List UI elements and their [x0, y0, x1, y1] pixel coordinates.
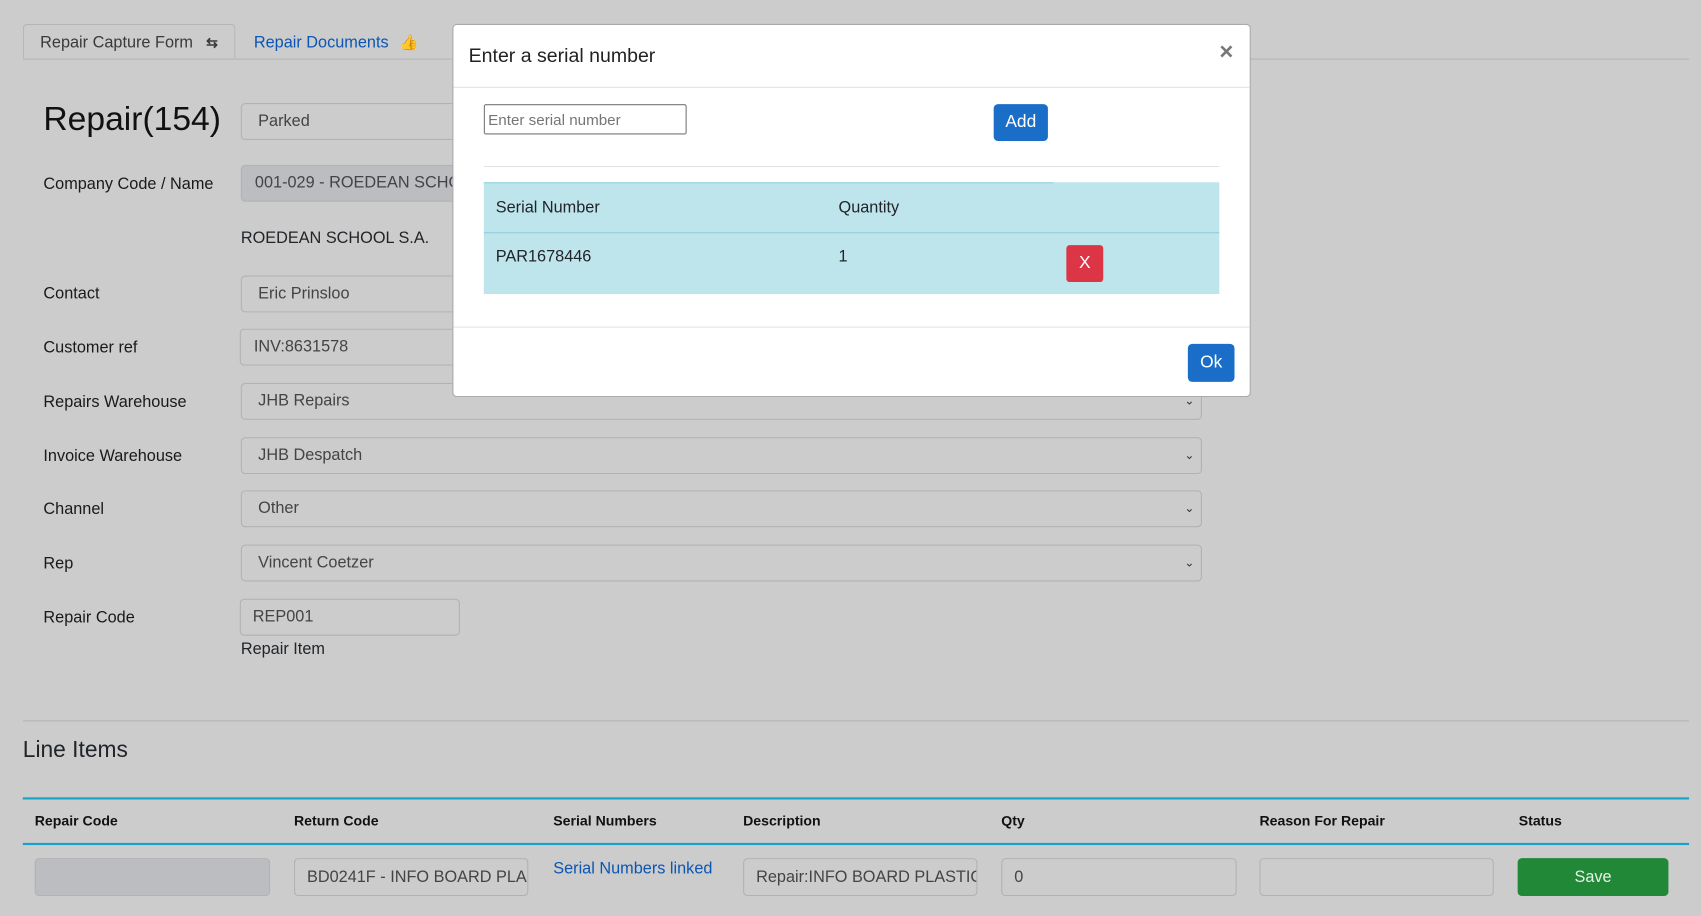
row-return-code-input[interactable]: BD0241F - INFO BOARD PLASTIC — [293, 858, 529, 897]
divider — [22, 720, 1690, 722]
col-serial-numbers: Serial Numbers — [553, 812, 657, 829]
tab-repair-capture-form[interactable]: Repair Capture Form ⇆ — [22, 23, 236, 59]
chevron-down-icon: ⌄ — [1184, 502, 1195, 516]
row-repair-code-input — [34, 858, 271, 897]
table-header-border — [22, 842, 1690, 846]
rep-label: Rep — [43, 554, 74, 573]
ok-button[interactable]: Ok — [1187, 343, 1235, 382]
row-reason-input[interactable] — [1259, 858, 1494, 897]
channel-select[interactable]: Other ⌄ — [240, 490, 1202, 528]
tab-label: Repair Documents — [253, 33, 389, 53]
invoice-warehouse-select[interactable]: JHB Despatch ⌄ — [240, 437, 1202, 475]
tab-label: Repair Capture Form — [40, 33, 193, 53]
col-repair-code: Repair Code — [34, 812, 118, 829]
modal-header-divider — [453, 86, 1250, 88]
col-qty: Qty — [1001, 812, 1025, 829]
repair-item-label: Repair Item — [240, 640, 325, 659]
serial-numbers-link[interactable]: Serial Numbers linked — [553, 859, 712, 877]
row-description-input[interactable]: Repair:INFO BOARD PLASTIC — [743, 858, 978, 897]
channel-label: Channel — [43, 500, 105, 519]
modal-footer-divider — [453, 326, 1250, 328]
save-button[interactable]: Save — [1517, 858, 1669, 897]
col-return-code: Return Code — [293, 812, 379, 829]
chevron-down-icon: ⌄ — [1184, 556, 1195, 570]
line-items-title: Line Items — [22, 737, 128, 763]
company-label: Company Code / Name — [43, 174, 214, 194]
company-name: ROEDEAN SCHOOL S.A. — [240, 228, 430, 248]
rep-select[interactable]: Vincent Coetzer ⌄ — [240, 544, 1202, 582]
serial-table: Serial Number Quantity PAR1678446 1 X — [483, 182, 1220, 294]
col-reason: Reason For Repair — [1259, 812, 1385, 829]
repairs-warehouse-label: Repairs Warehouse — [43, 392, 187, 412]
serial-number-modal: Enter a serial number × Add Serial Numbe… — [452, 23, 1251, 398]
repair-code-input[interactable]: REP001 — [239, 598, 460, 636]
remove-serial-button[interactable]: X — [1066, 245, 1104, 283]
contact-label: Contact — [43, 284, 100, 303]
page-title: Repair(154) — [43, 99, 221, 138]
sync-icon: ⇆ — [206, 34, 219, 51]
col-quantity: Quantity — [838, 198, 900, 217]
add-button[interactable]: Add — [993, 104, 1048, 142]
close-icon[interactable]: × — [1219, 38, 1233, 66]
serial-value: PAR1678446 — [495, 247, 592, 266]
tab-repair-documents[interactable]: Repair Documents 👍 — [254, 24, 419, 59]
modal-divider — [483, 165, 1220, 168]
quantity-value: 1 — [838, 247, 848, 266]
chevron-down-icon: ⌄ — [1184, 449, 1195, 463]
repair-code-label: Repair Code — [43, 608, 135, 628]
thumbs-up-icon: 👍 — [399, 33, 419, 51]
col-description: Description — [743, 812, 821, 829]
invoice-warehouse-label: Invoice Warehouse — [43, 446, 183, 466]
col-serial-number: Serial Number — [495, 198, 600, 217]
modal-title: Enter a serial number — [468, 44, 656, 67]
col-status: Status — [1518, 812, 1562, 829]
row-qty-input[interactable]: 0 — [1001, 858, 1237, 897]
table-top-border — [22, 797, 1690, 800]
customer-ref-label: Customer ref — [43, 338, 138, 357]
serial-number-input[interactable] — [483, 104, 687, 135]
